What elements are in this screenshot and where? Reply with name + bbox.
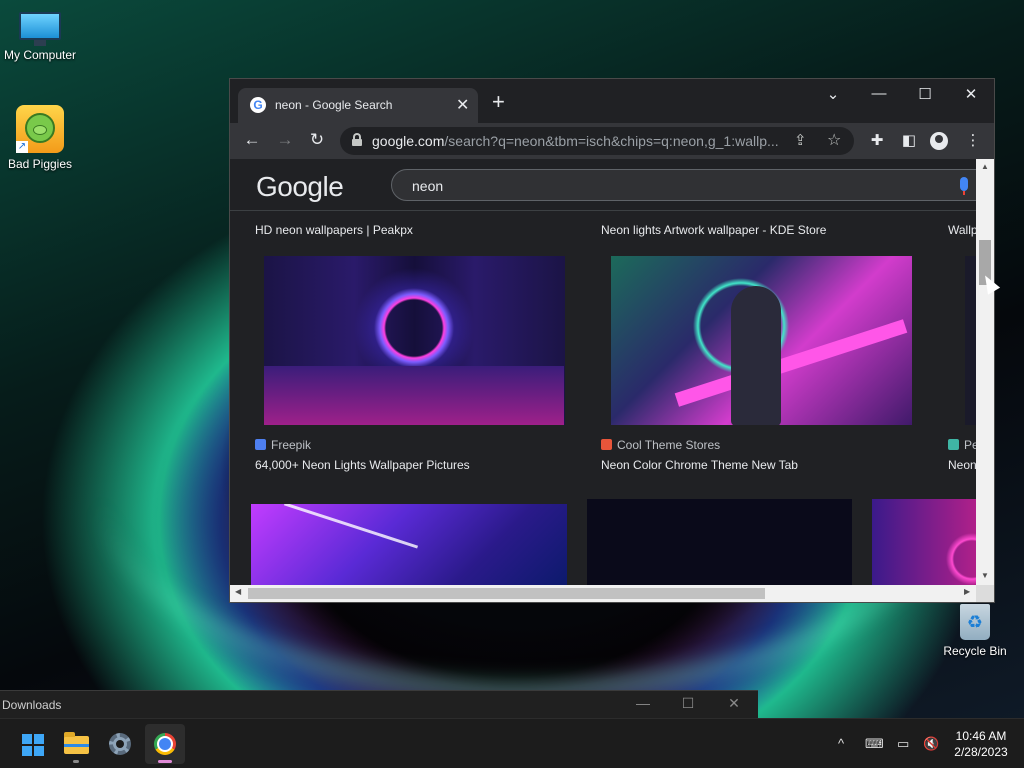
google-header: Google neon [230,159,976,211]
minimize-button[interactable]: — [864,85,894,102]
result-title[interactable]: Wallp [948,223,976,237]
more-menu-icon[interactable]: ⋮ [962,131,984,149]
new-tab-button[interactable]: + [492,91,505,113]
running-indicator [73,760,79,763]
downloads-title: Downloads [2,698,62,712]
result-source[interactable]: Pe [948,438,976,452]
network-icon[interactable]: ▭ [897,736,909,752]
page-content: Google neon HD neon wallpapers | Peakpx … [230,159,976,585]
result-source[interactable]: Freepik [255,438,311,452]
bookmark-star-icon[interactable]: ☆ [827,130,841,150]
desktop-icon-label: Recycle Bin [943,644,1007,658]
desktop-icon-bad-piggies[interactable]: ↗ Bad Piggies [0,105,80,171]
lock-icon[interactable] [352,133,362,146]
voice-search-mic-icon[interactable] [960,177,968,195]
tab-close-icon[interactable]: ✕ [456,95,469,115]
reload-button[interactable]: ↻ [305,130,329,150]
windows-logo-icon [22,734,44,756]
clock-time: 10:46 AM [955,729,1007,743]
freepik-favicon-icon [255,439,266,450]
google-favicon-icon: G [250,97,266,113]
profile-avatar-icon[interactable] [930,132,948,150]
scroll-left-arrow-icon[interactable]: ◀ [235,587,241,596]
taskbar-settings[interactable] [100,724,140,764]
vertical-scrollbar[interactable]: ▲ ▼ [976,159,994,585]
url-text[interactable]: google.com/search?q=neon&tbm=isch&chips=… [372,133,784,149]
google-logo[interactable]: Google [256,171,344,203]
chrome-icon [154,733,176,755]
result-thumbnail[interactable] [264,256,565,425]
volume-muted-icon[interactable]: 🔇 [923,736,939,752]
downloads-minimize-button[interactable]: — [628,695,658,711]
gear-icon [109,733,131,755]
horizontal-scrollbar[interactable]: ◀ ▶ [230,585,976,602]
tab-google-search[interactable]: G neon - Google Search ✕ [238,88,478,123]
recycle-bin-icon: ♻ [960,604,990,640]
cool-theme-stores-favicon-icon [601,439,612,450]
horizontal-scroll-thumb[interactable] [248,588,765,599]
taskbar: ^ ⌨ ▭ 🔇 10:46 AM 2/28/2023 [0,718,1024,768]
scrollbar-corner [976,585,994,602]
extensions-puzzle-icon[interactable]: ✚ [866,131,888,149]
bad-piggies-icon: ↗ [16,105,64,153]
browser-toolbar: ← → ↻ google.com/search?q=neon&tbm=isch&… [230,123,994,159]
downloads-maximize-button[interactable]: ☐ [673,695,703,712]
forward-button[interactable]: → [273,130,297,150]
tab-search-dropdown-icon[interactable]: ⌄ [818,85,848,103]
desktop-icon-label: Bad Piggies [7,157,73,171]
show-hidden-icons-chevron-icon[interactable]: ^ [838,736,844,751]
share-icon[interactable]: ⇪ [794,131,807,149]
folder-icon [64,732,89,754]
taskbar-chrome[interactable] [145,724,185,764]
search-input[interactable]: neon [391,169,976,201]
keyboard-icon[interactable]: ⌨ [865,736,884,752]
tab-strip: G neon - Google Search ✕ + ⌄ — ☐ ✕ [230,79,994,123]
result-thumbnail[interactable] [611,256,912,425]
desktop-icon-my-computer[interactable]: My Computer [0,12,80,62]
start-button[interactable] [12,724,52,764]
back-button[interactable]: ← [240,130,264,150]
result-source[interactable]: Cool Theme Stores [601,438,720,452]
maximize-button[interactable]: ☐ [910,85,940,103]
shortcut-arrow-icon: ↗ [16,141,28,153]
tab-title: neon - Google Search [275,98,393,112]
search-query[interactable]: neon [412,178,443,194]
result-thumbnail[interactable] [872,499,976,585]
desktop-icon-label: My Computer [3,48,77,62]
result-title[interactable]: Neon lights Artwork wallpaper - KDE Stor… [601,223,826,237]
running-indicator [158,760,172,763]
chrome-window: G neon - Google Search ✕ + ⌄ — ☐ ✕ ← → ↻… [229,78,995,603]
address-bar[interactable]: google.com/search?q=neon&tbm=isch&chips=… [340,127,854,155]
result-thumbnail[interactable] [965,256,976,425]
downloads-close-button[interactable]: ✕ [719,695,749,712]
result-title[interactable]: HD neon wallpapers | Peakpx [255,223,413,237]
side-panel-icon[interactable]: ◧ [898,131,920,149]
result-thumbnail[interactable] [251,504,567,585]
scroll-right-arrow-icon[interactable]: ▶ [964,587,970,596]
downloads-window: Downloads — ☐ ✕ [0,690,758,718]
result-title[interactable]: Neon Color Chrome Theme New Tab [601,458,798,472]
monitor-icon [19,12,61,46]
desktop-icon-recycle-bin[interactable]: ♻ Recycle Bin [935,604,1015,658]
taskbar-clock[interactable]: 10:46 AM 2/28/2023 [946,728,1016,760]
result-title[interactable]: 64,000+ Neon Lights Wallpaper Pictures [255,458,470,472]
taskbar-file-explorer[interactable] [56,724,96,764]
scroll-down-arrow-icon[interactable]: ▼ [976,571,994,580]
result-title[interactable]: Neon [948,458,976,472]
source-favicon-icon [948,439,959,450]
close-window-button[interactable]: ✕ [956,85,986,103]
scroll-up-arrow-icon[interactable]: ▲ [976,162,994,171]
clock-date: 2/28/2023 [954,745,1008,759]
result-thumbnail[interactable] [587,499,852,585]
